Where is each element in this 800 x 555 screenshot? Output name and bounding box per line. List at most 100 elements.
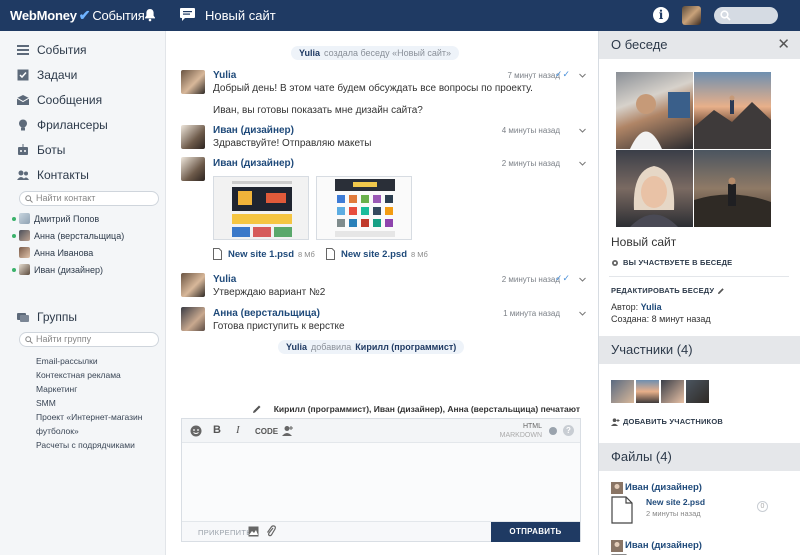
contact-item[interactable]: Дмитрий Попов: [12, 211, 99, 226]
brand-logo[interactable]: WebMoney ✔ События: [10, 7, 145, 24]
file-count-badge[interactable]: 0: [757, 501, 768, 512]
contact-search-placeholder: Найти контакт: [36, 193, 96, 203]
file-preview-2[interactable]: [316, 176, 412, 240]
file-icon: [326, 248, 335, 260]
message-author[interactable]: Yulia: [213, 274, 236, 285]
avatar[interactable]: [181, 125, 205, 149]
bold-button[interactable]: B: [213, 424, 221, 436]
sidebar-item-label: Сообщения: [37, 93, 103, 107]
add-user-icon: [611, 417, 620, 426]
avatar[interactable]: [181, 307, 205, 331]
group-item[interactable]: SMM: [36, 398, 56, 408]
italic-button[interactable]: I: [236, 424, 240, 436]
avatar[interactable]: [181, 70, 205, 94]
mountain-landscape-image: [694, 95, 771, 149]
add-members-label: ДОБАВИТЬ УЧАСТНИКОВ: [623, 417, 723, 426]
chevron-down-icon[interactable]: [579, 72, 586, 79]
message-author[interactable]: Иван (дизайнер): [213, 158, 294, 169]
file-name[interactable]: New site 2.psd: [646, 497, 705, 507]
contact-name: Анна (верстальщица): [34, 230, 125, 241]
chat-author: Автор: Yulia: [611, 302, 662, 312]
search-icon: [25, 195, 33, 203]
contact-item[interactable]: Анна Иванова: [19, 245, 93, 260]
avatar[interactable]: [636, 380, 659, 403]
sidebar-item-freelancers[interactable]: Фрилансеры: [17, 115, 108, 135]
message-text: Добрый день! В этом чате будем обсуждать…: [213, 83, 533, 94]
chevron-down-icon[interactable]: [579, 127, 586, 134]
sidebar-item-label: Контакты: [37, 168, 89, 182]
members-title: Участники (4): [611, 342, 693, 357]
sidebar-item-groups[interactable]: Группы: [17, 307, 77, 327]
file-uploader[interactable]: Иван (дизайнер): [625, 482, 702, 493]
sidebar-item-contacts[interactable]: Контакты: [17, 165, 89, 185]
message-text: Здравствуйте! Отправляю макеты: [213, 138, 372, 149]
author-name[interactable]: Yulia: [641, 302, 662, 312]
edit-chat-label: РЕДАКТИРОВАТЬ БЕСЕДУ: [611, 286, 715, 295]
contact-name: Анна Иванова: [34, 247, 94, 258]
avatar: [19, 264, 30, 275]
avatar[interactable]: [682, 6, 701, 25]
avatar[interactable]: [611, 380, 634, 403]
file-attachment-2[interactable]: New site 2.psd 8 Мб: [326, 248, 428, 260]
panel-title: О беседе: [611, 37, 668, 52]
chevron-down-icon[interactable]: [579, 310, 586, 317]
chevron-down-icon[interactable]: [579, 276, 586, 283]
file-uploader[interactable]: Иван (дизайнер): [625, 540, 702, 551]
avatar[interactable]: [661, 380, 684, 403]
info-icon[interactable]: i: [653, 7, 669, 23]
group-item[interactable]: Расчеты с подрядчиками: [36, 440, 135, 450]
paperclip-icon[interactable]: [266, 525, 276, 538]
group-item[interactable]: футболок»: [36, 426, 79, 436]
avatar: [19, 213, 30, 224]
code-button[interactable]: CODE: [255, 427, 278, 436]
files-header: Файлы (4): [599, 443, 800, 471]
contacts-icon: [17, 170, 29, 180]
contact-item[interactable]: Иван (дизайнер): [12, 262, 103, 277]
sidebar-item-messages[interactable]: Сообщения: [17, 90, 102, 110]
mention-user-icon[interactable]: [282, 425, 294, 437]
sidebar-item-bots[interactable]: Боты: [17, 140, 65, 160]
contact-search-input[interactable]: Найти контакт: [19, 191, 159, 206]
message-author[interactable]: Анна (верстальщица): [213, 308, 320, 319]
image-icon[interactable]: [248, 526, 259, 537]
help-icon[interactable]: ?: [563, 425, 574, 436]
group-item[interactable]: Маркетинг: [36, 384, 77, 394]
chat-title: Новый сайт: [205, 8, 276, 23]
sidebar-item-tasks[interactable]: Задачи: [17, 65, 77, 85]
avatar[interactable]: [181, 157, 205, 181]
add-members-button[interactable]: ДОБАВИТЬ УЧАСТНИКОВ: [611, 417, 723, 426]
send-button[interactable]: ОТПРАВИТЬ: [491, 522, 580, 542]
avatar[interactable]: [686, 380, 709, 403]
format-mode[interactable]: HTML MARKDOWN: [500, 422, 542, 440]
group-search-input[interactable]: Найти группу: [19, 332, 159, 347]
online-indicator: [12, 233, 16, 238]
contact-item[interactable]: Анна (верстальщица): [12, 228, 124, 243]
file-attachment-1[interactable]: New site 1.psd 8 Мб: [213, 248, 315, 260]
author-label: Автор:: [611, 302, 639, 312]
file-preview-1[interactable]: [213, 176, 309, 240]
composer-toolbar: B I CODE HTML MARKDOWN ?: [182, 419, 580, 443]
avatar[interactable]: [181, 273, 205, 297]
created-label: Создана:: [611, 314, 650, 324]
edit-chat-link[interactable]: РЕДАКТИРОВАТЬ БЕСЕДУ: [611, 286, 725, 295]
brand-name: WebMoney: [10, 8, 77, 23]
sidebar-item-label: Фрилансеры: [37, 118, 108, 132]
search-input[interactable]: [714, 7, 778, 24]
message-author[interactable]: Yulia: [213, 70, 236, 81]
format-toggle[interactable]: [549, 427, 557, 435]
system-message: Yulia добавила Кирилл (программист): [278, 340, 465, 354]
bell-icon[interactable]: [143, 8, 157, 22]
close-icon[interactable]: ✕: [777, 37, 790, 52]
group-item[interactable]: Email-рассылки: [36, 356, 98, 366]
file-size: 8 Мб: [411, 249, 428, 259]
group-item[interactable]: Проект «Интернет-магазин: [36, 412, 142, 422]
emoji-icon[interactable]: [190, 425, 202, 437]
chevron-down-icon[interactable]: [579, 160, 586, 167]
sidebar-item-events[interactable]: События: [17, 40, 87, 60]
attach-label[interactable]: ПРИКРЕПИТЬ: [198, 528, 251, 537]
message-input[interactable]: [182, 443, 580, 521]
group-item[interactable]: Контекстная реклама: [36, 370, 121, 380]
members-header: Участники (4): [599, 336, 800, 364]
brand-section: События: [92, 8, 145, 23]
message-author[interactable]: Иван (дизайнер): [213, 125, 294, 136]
